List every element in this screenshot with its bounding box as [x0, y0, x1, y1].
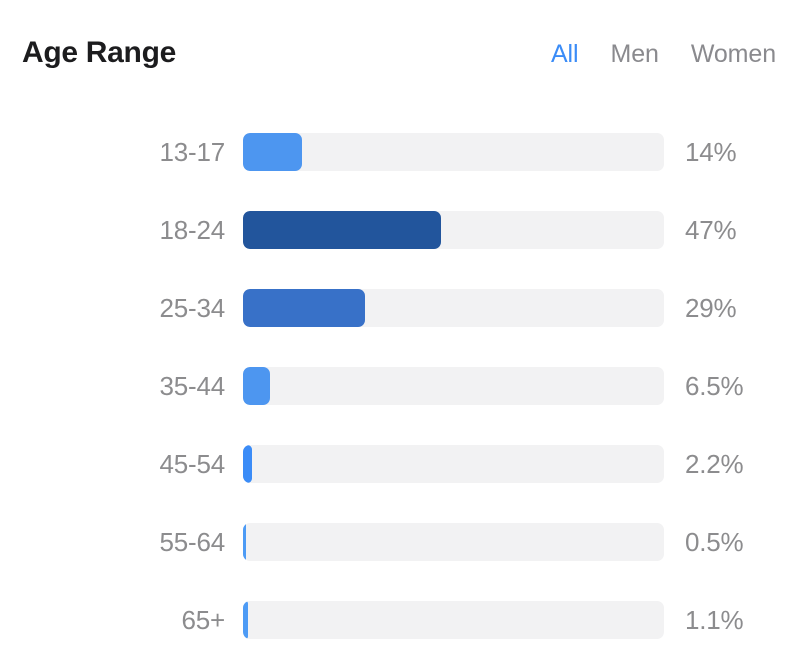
bar-row: 55-64 0.5%	[0, 503, 800, 581]
bar-track	[243, 523, 664, 561]
bar-row-value: 0.5%	[685, 527, 744, 557]
card-header: Age Range All Men Women	[0, 0, 800, 108]
bar-row: 35-44 6.5%	[0, 347, 800, 425]
page-title: Age Range	[22, 36, 176, 69]
bar-track	[243, 211, 664, 249]
bar-fill	[243, 133, 302, 171]
bar-row: 18-24 47%	[0, 191, 800, 269]
age-range-bar-chart: 13-17 14% 18-24 47% 25-34 29% 35-44 6.5% 45-54 2.…	[0, 113, 800, 659]
bar-row-label: 65+	[181, 605, 225, 635]
bar-row: 65+ 1.1%	[0, 581, 800, 659]
bar-track	[243, 367, 664, 405]
bar-track	[243, 601, 664, 639]
age-range-card: Age Range All Men Women 13-17 14% 18-24 47%…	[0, 0, 800, 658]
tab-women[interactable]: Women	[691, 39, 776, 69]
bar-fill	[243, 211, 441, 249]
bar-track	[243, 445, 664, 483]
bar-fill	[243, 367, 271, 405]
bar-row-label: 18-24	[159, 215, 226, 245]
bar-track	[243, 133, 664, 171]
bar-fill	[243, 445, 253, 483]
bar-row-value: 47%	[685, 215, 737, 245]
bar-row-value: 29%	[685, 293, 737, 323]
bar-row: 25-34 29%	[0, 269, 800, 347]
bar-row: 13-17 14%	[0, 113, 800, 191]
bar-row-value: 6.5%	[685, 371, 744, 401]
bar-row-value: 14%	[685, 137, 737, 167]
gender-filter-tabs: All Men Women	[551, 35, 778, 69]
bar-row-value: 2.2%	[685, 449, 744, 479]
bar-track	[243, 289, 664, 327]
bar-fill	[243, 601, 248, 639]
tab-men[interactable]: Men	[610, 39, 658, 69]
bar-row-label: 13-17	[159, 137, 226, 167]
bar-fill	[243, 523, 246, 561]
bar-row-label: 45-54	[159, 449, 226, 479]
bar-row-label: 25-34	[159, 293, 226, 323]
bar-row-label: 55-64	[159, 527, 226, 557]
bar-fill	[243, 289, 366, 327]
bar-row-value: 1.1%	[685, 605, 744, 635]
tab-all[interactable]: All	[551, 39, 579, 69]
bar-row-label: 35-44	[159, 371, 226, 401]
bar-row: 45-54 2.2%	[0, 425, 800, 503]
